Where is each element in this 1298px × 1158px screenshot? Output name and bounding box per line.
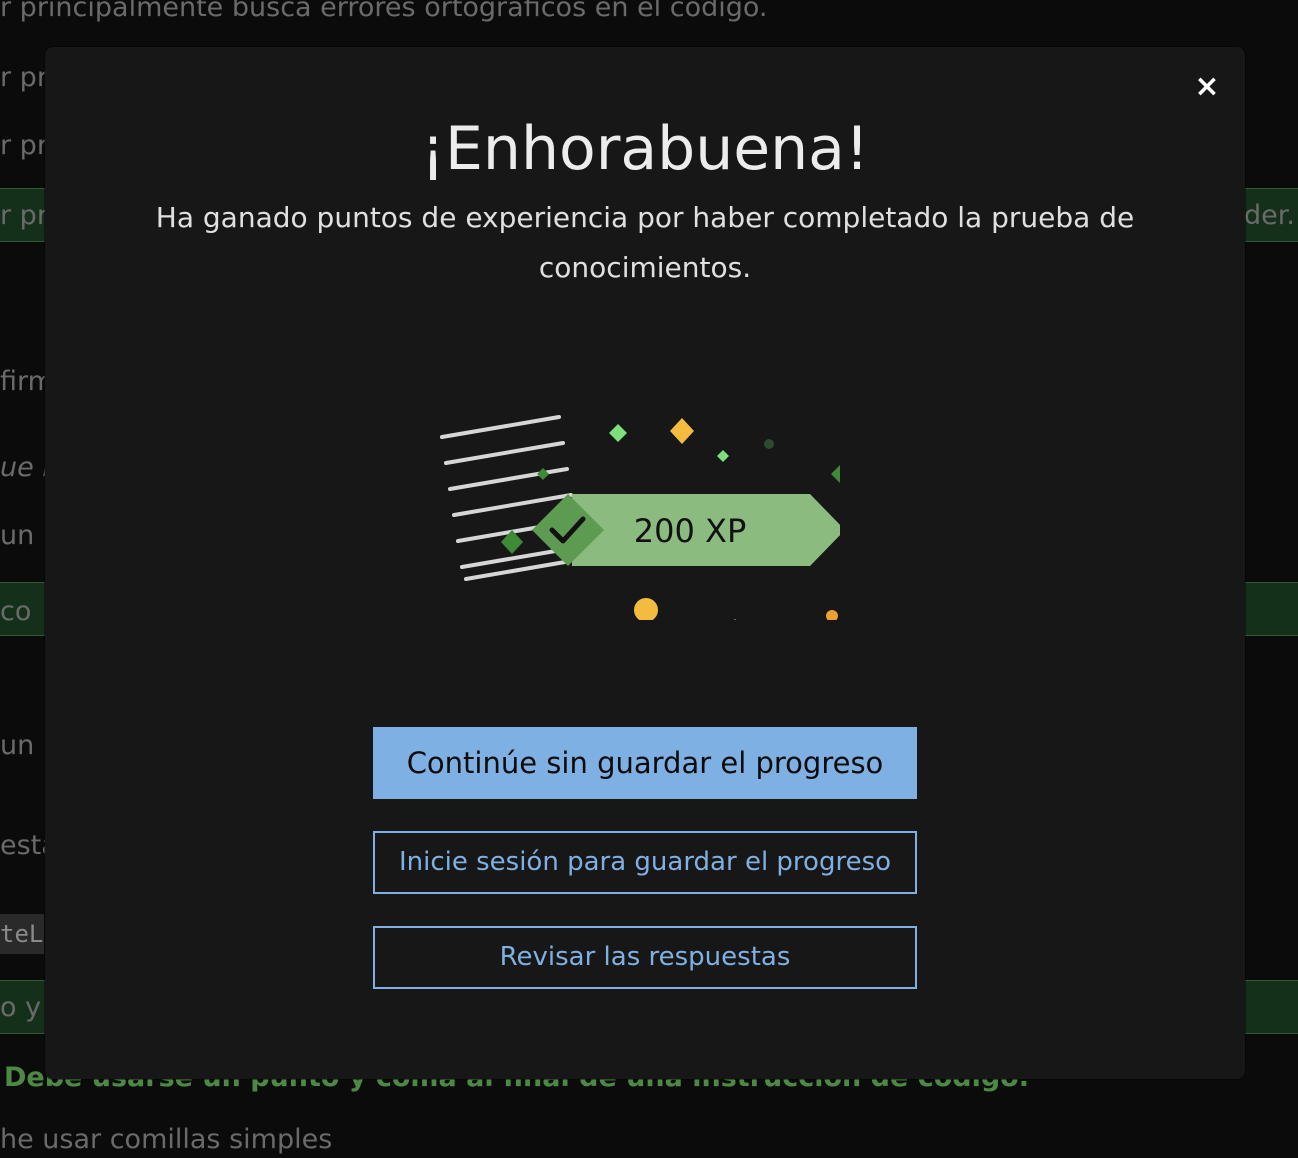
xp-label: 200 XP [634,512,746,550]
close-button[interactable]: × [1189,69,1225,105]
bg-text-line: r pr [0,62,48,93]
close-icon: × [1194,69,1220,104]
bg-text-line: he usar comillas simples [0,1124,333,1155]
bg-text-line: o y [0,992,42,1023]
bg-code-snippet: teL [0,914,44,954]
dialog-subtitle: Ha ganado puntos de experiencia por habe… [155,201,1135,284]
bg-text-line: r pr [0,200,48,231]
bg-text-line: r pr [0,130,48,161]
dialog-title: ¡Enhorabuena! [420,114,870,184]
bg-text-line: der. [1244,200,1295,231]
review-answers-button[interactable]: Revisar las respuestas [373,926,917,989]
sign-in-button[interactable]: Inicie sesión para guardar el progreso [373,831,917,894]
bg-text-line: co [0,596,32,627]
continue-without-saving-button[interactable]: Continúe sin guardar el progreso [373,727,917,799]
xp-illustration-svg: 200 XP [440,415,871,645]
bg-text-line: un [0,730,35,761]
bg-text-line: r principalmente busca errores ortográfi… [0,0,768,23]
xp-illustration: 200 XP [390,360,871,645]
achievement-dialog: × ¡Enhorabuena! Ha ganado puntos de expe… [45,47,1245,1079]
